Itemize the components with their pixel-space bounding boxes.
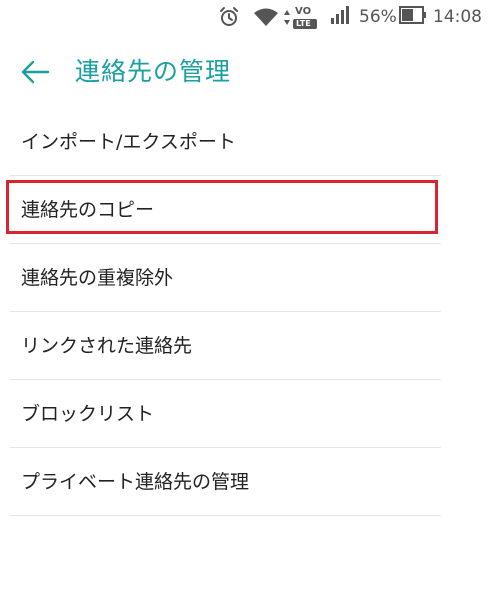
arrow-left-icon — [21, 60, 50, 84]
menu-item-label: リンクされた連絡先 — [21, 335, 193, 357]
back-button[interactable] — [14, 52, 56, 92]
clock: 14:08 — [433, 7, 482, 27]
page-title: 連絡先の管理 — [75, 57, 232, 86]
menu-list: インポート/エクスポート 連絡先のコピー 連絡先の重複除外 リンクされた連絡先 … — [0, 108, 491, 516]
menu-item-label: 連絡先の重複除外 — [21, 267, 174, 289]
wifi-icon — [254, 8, 278, 26]
battery-percent: 56% — [359, 7, 397, 27]
app-header: 連絡先の管理 — [0, 44, 491, 100]
menu-item-label: ブロックリスト — [21, 403, 155, 425]
menu-item-block-list[interactable]: ブロックリスト — [10, 380, 441, 448]
menu-item-label: プライベート連絡先の管理 — [21, 471, 250, 493]
menu-item-label: 連絡先のコピー — [21, 199, 155, 221]
menu-item-remove-duplicates[interactable]: 連絡先の重複除外 — [10, 244, 441, 312]
alarm-icon — [220, 7, 238, 26]
signal-icon — [331, 6, 349, 24]
volte-label: VO — [295, 6, 312, 17]
contacts-management-screen: VO LTE 56% 14:08 連絡先の管理 インポート/エクスポート 連絡先… — [0, 0, 491, 598]
battery-icon — [399, 6, 426, 24]
lte-label: LTE — [296, 19, 311, 28]
menu-item-label: インポート/エクスポート — [21, 131, 236, 153]
menu-item-private-contacts[interactable]: プライベート連絡先の管理 — [10, 448, 441, 516]
menu-item-copy-contacts[interactable]: 連絡先のコピー — [6, 176, 441, 244]
status-bar: VO LTE 56% 14:08 — [0, 0, 491, 36]
menu-item-linked-contacts[interactable]: リンクされた連絡先 — [10, 312, 441, 380]
menu-item-import-export[interactable]: インポート/エクスポート — [10, 108, 441, 176]
volte-icon: VO LTE — [281, 6, 321, 30]
